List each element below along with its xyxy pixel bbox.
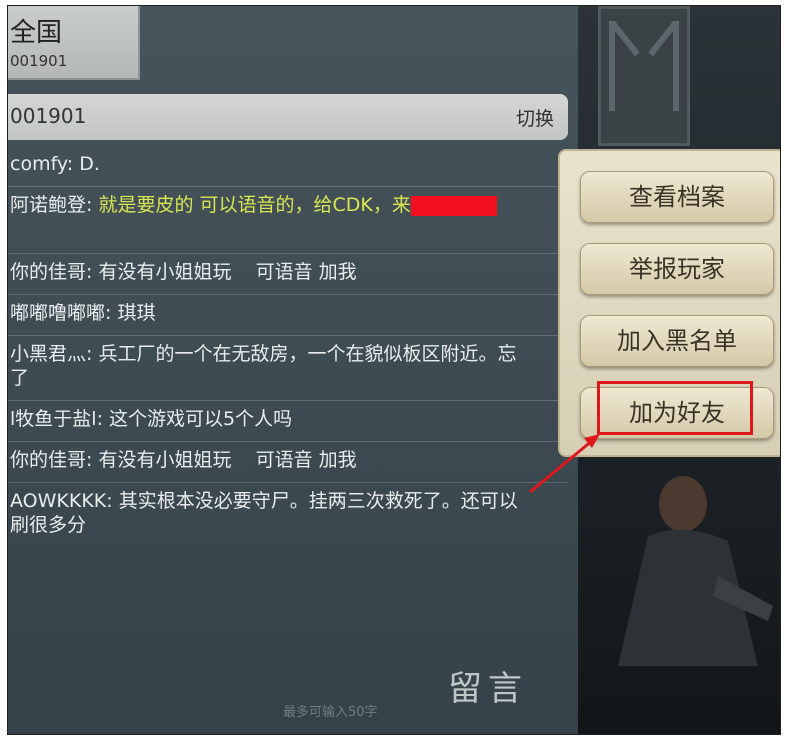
annotation-arrow-icon bbox=[529, 434, 600, 494]
